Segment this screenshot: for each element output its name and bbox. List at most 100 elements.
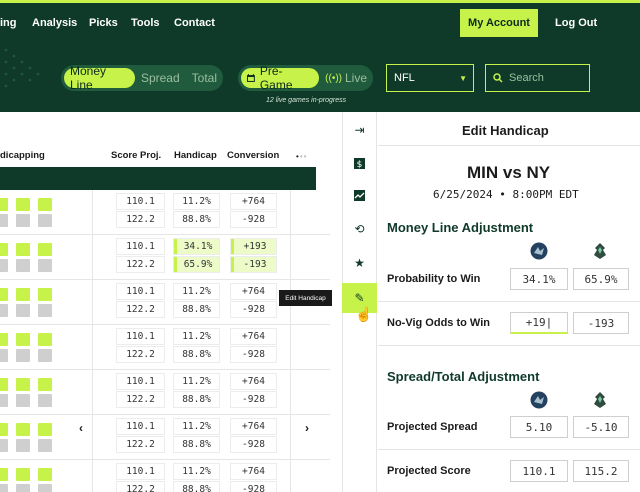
add-icon[interactable] (38, 304, 52, 317)
refresh-icon[interactable]: ⟲ (342, 214, 377, 244)
handicap-cell[interactable]: 88.8% (174, 212, 219, 227)
nav-item-tools[interactable]: Tools (131, 17, 160, 29)
table-row[interactable]: 110.1 34.1% +193 122.2 65.9% -193 (0, 235, 330, 280)
nav-item-contact[interactable]: Contact (174, 17, 215, 29)
add-icon[interactable] (38, 198, 52, 211)
prob-input-min[interactable]: 34.1% (510, 268, 568, 290)
score-input-min[interactable]: 110.1 (510, 460, 568, 482)
score-proj-cell: 110.1 (117, 464, 164, 479)
pencil-icon[interactable] (0, 423, 8, 436)
table-row[interactable]: 110.1 11.2% +764 122.2 88.8% -928 (0, 415, 330, 460)
chart-icon[interactable] (16, 468, 30, 481)
chart-icon[interactable] (16, 214, 30, 227)
dollar-icon[interactable]: $ (342, 148, 377, 178)
add-icon[interactable] (38, 468, 52, 481)
nav-item-handicapping[interactable]: ing (0, 17, 17, 29)
tab-pre-game[interactable]: Pre-Game (241, 64, 320, 92)
pencil-icon[interactable] (0, 484, 8, 492)
handicap-cell[interactable]: 11.2% (174, 464, 219, 479)
line-chart-icon[interactable] (342, 180, 377, 210)
pencil-icon[interactable] (0, 214, 8, 227)
pencil-icon[interactable] (0, 304, 8, 317)
handicap-cell[interactable]: 11.2% (174, 329, 219, 344)
chevron-right-icon[interactable]: › (305, 421, 309, 435)
table-row[interactable]: 110.1 11.2% +764 122.2 88.8% -928 (0, 370, 330, 415)
score-proj-cell: 122.2 (117, 212, 164, 227)
odds-input-ny[interactable]: -193 (573, 312, 629, 334)
carousel-dots[interactable]: ••• (296, 152, 307, 161)
handicap-cell[interactable]: 88.8% (174, 437, 219, 452)
chart-icon[interactable] (16, 439, 30, 452)
tab-money-line[interactable]: Money Line (64, 64, 135, 92)
logout-link[interactable]: Log Out (555, 17, 597, 29)
tab-live[interactable]: ((•)) Live (319, 71, 373, 85)
team-logo-ny-icon (594, 392, 606, 408)
add-icon[interactable] (38, 243, 52, 256)
add-icon[interactable] (38, 349, 52, 362)
handicap-cell[interactable]: 65.9% (174, 257, 219, 272)
add-icon[interactable] (38, 394, 52, 407)
add-icon[interactable] (38, 378, 52, 391)
add-icon[interactable] (38, 333, 52, 346)
chart-icon[interactable] (16, 243, 30, 256)
handicap-cell[interactable]: 11.2% (174, 374, 219, 389)
chart-icon[interactable] (16, 378, 30, 391)
chart-icon[interactable] (16, 259, 30, 272)
edit-handicap-tooltip: Edit Handicap (279, 290, 332, 306)
chart-icon[interactable] (16, 349, 30, 362)
chart-icon[interactable] (16, 288, 30, 301)
chart-icon[interactable] (16, 333, 30, 346)
chart-icon[interactable] (16, 304, 30, 317)
table-row[interactable]: 110.1 11.2% +764 122.2 88.8% -928 (0, 325, 330, 370)
nav-item-picks[interactable]: Picks (89, 17, 118, 29)
add-icon[interactable] (38, 288, 52, 301)
search-box[interactable]: Search (485, 64, 590, 92)
handicap-cell[interactable]: 11.2% (174, 284, 219, 299)
live-broadcast-icon: ((•)) (325, 72, 342, 84)
handicap-cell[interactable]: 11.2% (174, 194, 219, 209)
tab-spread[interactable]: Spread (135, 71, 186, 85)
pencil-icon[interactable] (0, 439, 8, 452)
collapse-arrow-icon[interactable]: ⇥ (342, 115, 377, 145)
table-row[interactable]: 110.1 11.2% +764 122.2 88.8% -928 (0, 190, 330, 235)
pencil-icon[interactable] (0, 394, 8, 407)
score-input-ny[interactable]: 115.2 (573, 460, 629, 482)
add-icon[interactable] (38, 484, 52, 492)
search-input[interactable]: Search (509, 72, 544, 84)
chevron-left-icon[interactable]: ‹ (79, 421, 83, 435)
add-icon[interactable] (38, 214, 52, 227)
pencil-icon[interactable] (0, 288, 8, 301)
tab-total[interactable]: Total (186, 71, 223, 85)
handicap-cell[interactable]: 88.8% (174, 347, 219, 362)
pencil-icon[interactable] (0, 243, 8, 256)
my-account-button[interactable]: My Account (460, 9, 538, 37)
add-icon[interactable] (38, 423, 52, 436)
handicap-cell[interactable]: 11.2% (174, 419, 219, 434)
handicap-cell[interactable]: 88.8% (174, 392, 219, 407)
chart-icon[interactable] (16, 394, 30, 407)
add-icon[interactable] (38, 259, 52, 272)
pencil-icon[interactable] (0, 333, 8, 346)
league-select[interactable]: NFL ▼ (386, 64, 474, 92)
pencil-icon[interactable] (0, 468, 8, 481)
chart-icon[interactable] (16, 484, 30, 492)
table-row[interactable]: 110.1 11.2% +764 122.2 88.8% -928 (0, 460, 330, 492)
pencil-icon[interactable] (0, 349, 8, 362)
pencil-icon[interactable] (0, 198, 8, 211)
conversion-cell: -928 (231, 482, 276, 492)
chart-icon[interactable] (16, 198, 30, 211)
nav-item-analysis[interactable]: Analysis (32, 17, 77, 29)
odds-input-min[interactable]: +19| (510, 312, 568, 334)
handicap-cell[interactable]: 88.8% (174, 302, 219, 317)
spread-input-min[interactable]: 5.10 (510, 416, 568, 438)
prob-input-ny[interactable]: 65.9% (573, 268, 629, 290)
handicap-cell[interactable]: 34.1% (174, 239, 219, 254)
star-icon[interactable]: ★ (342, 248, 377, 278)
pencil-icon[interactable] (0, 259, 8, 272)
handicap-cell[interactable]: 88.8% (174, 482, 219, 492)
chart-icon[interactable] (16, 423, 30, 436)
pencil-icon[interactable] (0, 378, 8, 391)
spread-input-ny[interactable]: -5.10 (573, 416, 629, 438)
league-select-value: NFL (394, 72, 415, 84)
add-icon[interactable] (38, 439, 52, 452)
